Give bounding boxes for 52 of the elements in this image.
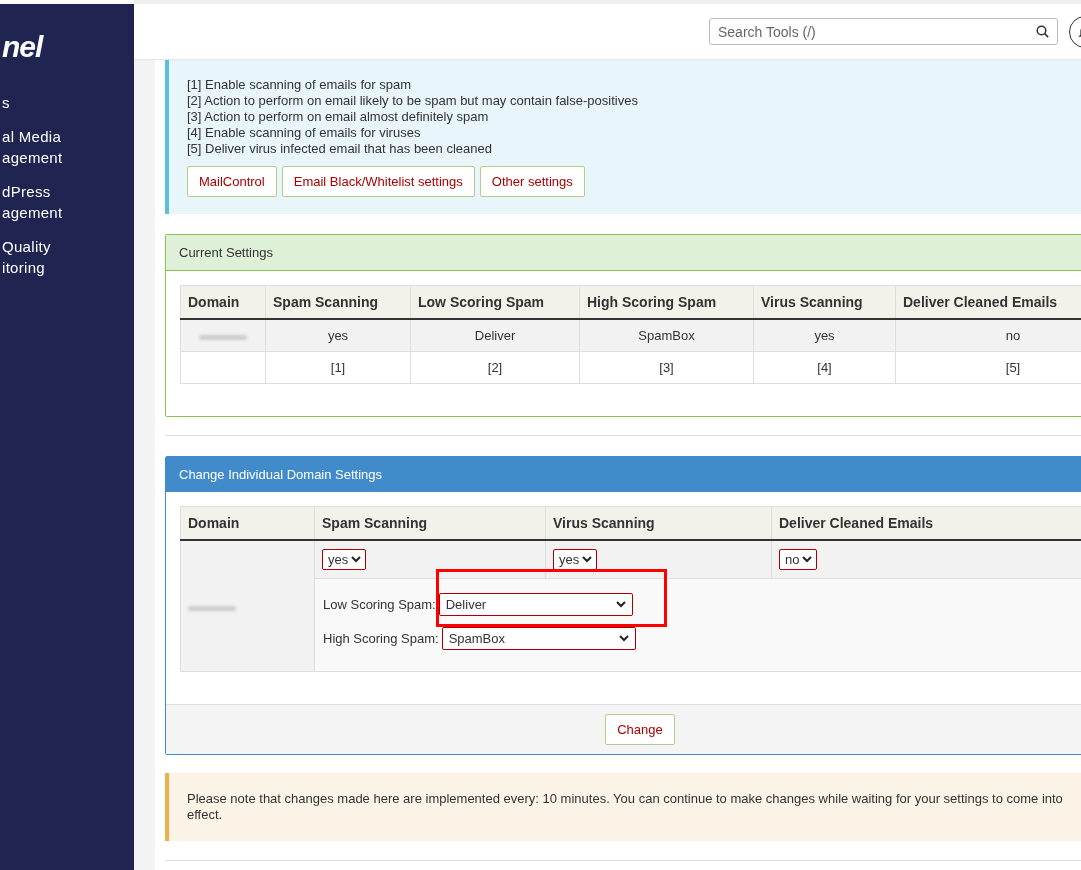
legend-line: [2] Action to perform on email likely to be spam but may contain false-positives: [187, 93, 639, 109]
column-header: High Scoring Spam: [579, 285, 754, 319]
blurred-domain: [199, 335, 247, 340]
panel-header: Change Individual Domain Settings: [166, 457, 1081, 492]
column-header: Low Scoring Spam: [410, 285, 580, 319]
column-header: Spam Scanning: [265, 285, 411, 319]
dropdown[interactable]: yes: [553, 549, 598, 570]
change-button[interactable]: Change: [605, 714, 675, 745]
column-header: Spam Scanning: [314, 506, 546, 540]
dropdown[interactable]: yes: [322, 549, 367, 570]
search-field[interactable]: Search Tools (/): [709, 18, 1058, 45]
table-cell: [4]: [753, 351, 896, 384]
column-header: Deliver Cleaned Emails: [771, 506, 1081, 540]
legend-line: [3] Action to perform on email almost definitely spam: [187, 109, 490, 125]
legend-line: [5] Deliver virus infected email that has been cleaned: [187, 141, 493, 157]
column-header: Domain: [180, 506, 315, 540]
chevron-down-icon: [615, 601, 626, 608]
sidebar-item[interactable]: dPress agement: [2, 181, 134, 223]
column-header: Deliver Cleaned Emails: [895, 285, 1081, 319]
table-cell: [3]: [579, 351, 754, 384]
table-cell: yes: [265, 319, 411, 352]
link-button[interactable]: Email Black/Whitelist settings: [281, 166, 475, 197]
chevron-down-icon: [802, 556, 813, 563]
table-cell: Deliver: [410, 319, 580, 352]
blurred-domain: [188, 605, 236, 611]
column-header: Virus Scanning: [545, 506, 772, 540]
chevron-down-icon: [618, 635, 629, 642]
table-cell: [2]: [410, 351, 580, 384]
logo-text: nel: [2, 30, 45, 64]
dropdown[interactable]: Deliver: [438, 593, 633, 616]
sidebar-item[interactable]: Quality itoring: [2, 236, 134, 278]
table-cell: yes: [753, 319, 896, 352]
link-button[interactable]: MailControl: [187, 166, 277, 197]
sidebar-item[interactable]: al Media agement: [2, 126, 134, 168]
field-label: Low Scoring Spam:: [323, 597, 436, 612]
legend-line: [1] Enable scanning of emails for spam: [187, 77, 412, 93]
panel-header: Current Settings: [166, 235, 1081, 271]
search-icon: [1036, 25, 1049, 38]
chevron-down-icon: [351, 556, 362, 563]
column-header: Domain: [180, 285, 266, 319]
chevron-down-icon: [582, 556, 593, 563]
table-cell: no: [895, 319, 1081, 352]
dropdown[interactable]: SpamBox: [441, 627, 636, 650]
legend-line: [4] Enable scanning of emails for viruses: [187, 125, 422, 141]
dropdown[interactable]: no: [779, 549, 818, 570]
note-text: Please note that changes made here are implemented every: 10 minutes. You can continue to make changes while waiting for your settings to come into effect.: [165, 773, 1081, 841]
table-cell: SpamBox: [579, 319, 754, 352]
column-header: Virus Scanning: [753, 285, 896, 319]
table-cell: [1]: [265, 351, 411, 384]
link-button[interactable]: Other settings: [479, 166, 585, 197]
sidebar-item[interactable]: s: [2, 92, 134, 113]
field-label: High Scoring Spam:: [323, 631, 439, 646]
